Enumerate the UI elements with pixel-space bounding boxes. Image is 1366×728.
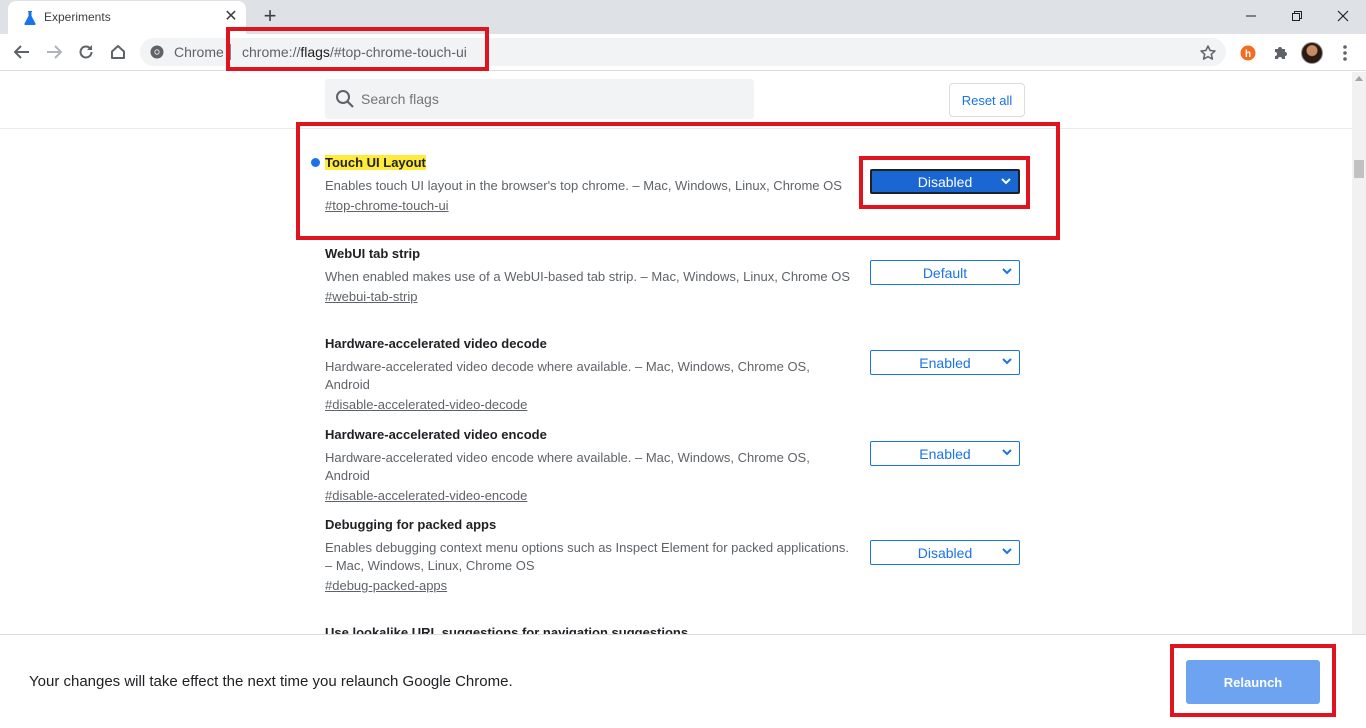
experiment-select-value: Disabled: [917, 173, 973, 190]
url-host: flags: [300, 44, 330, 60]
tab-title: Experiments: [44, 10, 111, 24]
scroll-up-arrow-icon[interactable]: [1355, 76, 1363, 81]
flags-header: Reset all: [0, 72, 1352, 129]
menu-button[interactable]: [1333, 41, 1357, 65]
tab-close-icon[interactable]: ✕: [222, 8, 240, 26]
experiment-select[interactable]: Default: [870, 260, 1020, 285]
experiment-item: Hardware-accelerated video encode Hardwa…: [325, 426, 1025, 505]
experiment-item: Debugging for packed apps Enables debugg…: [325, 516, 1025, 595]
experiment-description: Enables touch UI layout in the browser's…: [325, 178, 842, 193]
chevron-down-icon: [1001, 178, 1011, 185]
experiment-item: WebUI tab strip When enabled makes use o…: [325, 245, 1025, 306]
profile-avatar[interactable]: [1301, 42, 1323, 64]
restore-button[interactable]: [1274, 0, 1320, 32]
chrome-logo-icon: [150, 45, 164, 59]
star-icon: [1200, 45, 1216, 60]
arrow-left-icon: [13, 45, 29, 59]
svg-text:h: h: [1245, 49, 1251, 60]
experiment-description: When enabled makes use of a WebUI-based …: [325, 269, 851, 284]
relaunch-bar: Your changes will take effect the next t…: [0, 634, 1366, 728]
chevron-down-icon: [1002, 358, 1012, 365]
experiment-title: Hardware-accelerated video decode: [325, 336, 547, 351]
minimize-icon: [1246, 15, 1256, 17]
tab-experiments[interactable]: Experiments ✕: [8, 1, 246, 34]
site-chip-label: Chrome: [174, 44, 224, 60]
experiment-select[interactable]: Enabled: [870, 441, 1020, 466]
experiment-select-value: Enabled: [919, 354, 971, 371]
experiment-select[interactable]: Disabled: [870, 540, 1020, 565]
chevron-down-icon: [1002, 548, 1012, 555]
modified-indicator-dot: [311, 158, 320, 167]
address-bar[interactable]: Chrome chrome://flags/#top-chrome-touch-…: [140, 38, 1226, 66]
tab-strip: Experiments ✕ +: [0, 0, 1366, 34]
url-path: /#top-chrome-touch-ui: [329, 44, 467, 60]
experiment-title: Hardware-accelerated video encode: [325, 427, 547, 442]
puzzle-icon: [1275, 47, 1287, 59]
close-icon: [1337, 10, 1349, 22]
extensions-button[interactable]: [1268, 41, 1292, 65]
home-button[interactable]: [104, 38, 132, 66]
experiment-title: Touch UI Layout: [325, 155, 426, 170]
experiment-description: Hardware-accelerated video decode where …: [325, 359, 810, 392]
experiment-link[interactable]: #disable-accelerated-video-decode: [325, 397, 527, 412]
extension-honey-button[interactable]: h: [1236, 41, 1260, 65]
honey-extension-icon: h: [1240, 45, 1256, 61]
relaunch-message: Your changes will take effect the next t…: [29, 673, 513, 690]
url-separator: [230, 44, 231, 60]
experiment-select-value: Disabled: [917, 544, 973, 561]
minimize-button[interactable]: [1228, 0, 1274, 32]
reload-button[interactable]: [72, 38, 100, 66]
flask-icon: [24, 11, 36, 25]
relaunch-button[interactable]: Relaunch: [1186, 660, 1320, 704]
scroll-thumb[interactable]: [1354, 160, 1364, 178]
search-input[interactable]: [361, 89, 741, 109]
experiment-link[interactable]: #disable-accelerated-video-encode: [325, 488, 527, 503]
reload-icon: [79, 45, 93, 59]
experiment-description: Hardware-accelerated video encode where …: [325, 450, 810, 483]
home-icon: [111, 45, 125, 59]
search-icon: [336, 90, 354, 108]
experiment-item: Hardware-accelerated video decode Hardwa…: [325, 335, 1025, 414]
bookmark-star-button[interactable]: [1196, 41, 1220, 65]
experiment-select[interactable]: Enabled: [870, 350, 1020, 375]
experiment-title: WebUI tab strip: [325, 246, 421, 261]
search-box[interactable]: [325, 79, 754, 119]
chevron-down-icon: [1002, 449, 1012, 456]
experiment-select-value: Default: [922, 264, 968, 281]
experiment-select[interactable]: Disabled: [870, 169, 1020, 194]
url-prefix: chrome://: [242, 44, 301, 60]
reset-all-button[interactable]: Reset all: [949, 83, 1025, 117]
restore-icon: [1292, 11, 1302, 21]
experiment-select-value: Enabled: [919, 445, 971, 462]
page-scrollbar[interactable]: [1352, 72, 1366, 634]
experiment-link[interactable]: #webui-tab-strip: [325, 289, 418, 304]
close-window-button[interactable]: [1320, 0, 1366, 32]
url-text[interactable]: chrome://flags/#top-chrome-touch-ui: [242, 44, 467, 60]
experiment-link[interactable]: #debug-packed-apps: [325, 578, 447, 593]
arrow-right-icon: [47, 45, 63, 59]
new-tab-button[interactable]: +: [258, 5, 282, 29]
back-button[interactable]: [8, 38, 36, 66]
experiment-link[interactable]: #top-chrome-touch-ui: [325, 198, 449, 213]
kebab-menu-icon: [1343, 45, 1347, 61]
experiment-title: Debugging for packed apps: [325, 517, 497, 532]
chevron-down-icon: [1002, 268, 1012, 275]
forward-button[interactable]: [40, 38, 68, 66]
experiment-item: Touch UI Layout Enables touch UI layout …: [325, 154, 1025, 215]
browser-toolbar: Chrome chrome://flags/#top-chrome-touch-…: [0, 34, 1366, 71]
experiment-description: Enables debugging context menu options s…: [325, 540, 849, 573]
